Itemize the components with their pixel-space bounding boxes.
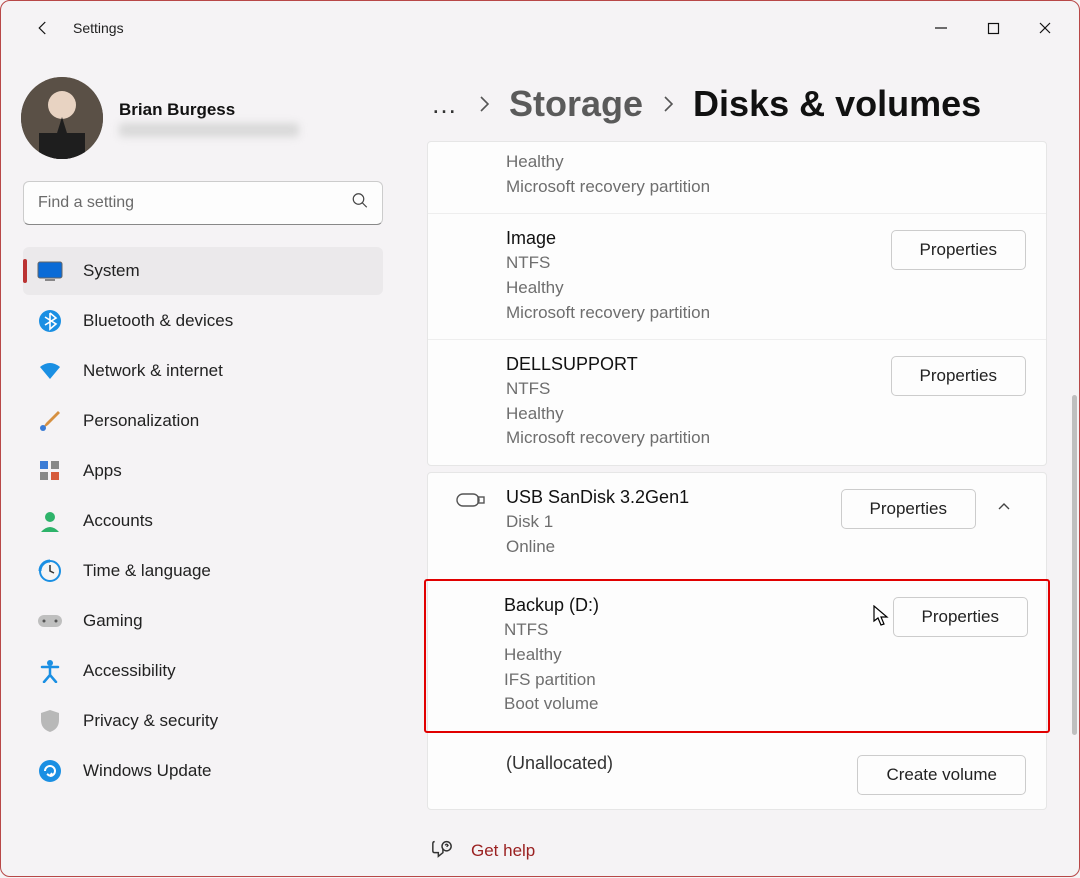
search-icon (351, 192, 369, 215)
disk-state: Online (506, 535, 841, 560)
sidebar-item-label: Privacy & security (83, 711, 218, 731)
scrollbar[interactable] (1072, 395, 1077, 735)
volume-name: DELLSUPPORT (506, 354, 891, 375)
sidebar-item-update[interactable]: Windows Update (23, 747, 383, 795)
sidebar-item-personalization[interactable]: Personalization (23, 397, 383, 445)
user-name: Brian Burgess (119, 100, 299, 120)
collapse-button[interactable] (982, 485, 1026, 529)
system-icon (37, 258, 63, 284)
sidebar-item-label: Time & language (83, 561, 211, 581)
sidebar-item-gaming[interactable]: Gaming (23, 597, 383, 645)
sidebar-item-apps[interactable]: Apps (23, 447, 383, 495)
sidebar-item-system[interactable]: System (23, 247, 383, 295)
bluetooth-icon (37, 308, 63, 334)
volume-fs: NTFS (506, 251, 891, 276)
disk-row[interactable]: USB SanDisk 3.2Gen1 Disk 1 Online Proper… (428, 473, 1046, 573)
clock-icon (37, 558, 63, 584)
unallocated-label: (Unallocated) (506, 753, 857, 774)
person-icon (37, 508, 63, 534)
sidebar-item-label: Windows Update (83, 761, 212, 781)
volume-row-dellsupport: DELLSUPPORT NTFS Healthy Microsoft recov… (428, 339, 1046, 465)
sidebar-item-label: Accessibility (83, 661, 176, 681)
sidebar-item-time[interactable]: Time & language (23, 547, 383, 595)
accessibility-icon (37, 658, 63, 684)
properties-button[interactable]: Properties (893, 597, 1028, 637)
usb-drive-icon (448, 487, 494, 507)
properties-button[interactable]: Properties (891, 356, 1026, 396)
volume-row-unallocated: (Unallocated) Create volume (428, 739, 1046, 809)
sidebar-item-accounts[interactable]: Accounts (23, 497, 383, 545)
user-sub (119, 123, 299, 137)
sidebar-item-label: Personalization (83, 411, 199, 431)
chevron-right-icon (477, 94, 491, 114)
breadcrumb-current: Disks & volumes (693, 83, 981, 125)
breadcrumb-more[interactable]: … (431, 89, 459, 120)
apps-icon (37, 458, 63, 484)
sidebar-item-label: Network & internet (83, 361, 223, 381)
window-title: Settings (73, 20, 124, 36)
volume-type: Microsoft recovery partition (506, 175, 1026, 200)
volume-name: Image (506, 228, 891, 249)
disk-name: USB SanDisk 3.2Gen1 (506, 487, 841, 508)
volume-fs: NTFS (506, 377, 891, 402)
properties-button[interactable]: Properties (841, 489, 976, 529)
avatar[interactable] (21, 77, 103, 159)
volume-row-backup: Backup (D:) NTFS Healthy IFS partition B… (426, 581, 1048, 731)
volume-name: Backup (D:) (504, 595, 893, 616)
volume-row: Healthy Microsoft recovery partition (428, 142, 1046, 213)
sidebar-item-network[interactable]: Network & internet (23, 347, 383, 395)
sidebar-item-label: Apps (83, 461, 122, 481)
search-input[interactable] (23, 181, 383, 225)
update-icon (37, 758, 63, 784)
sidebar-item-privacy[interactable]: Privacy & security (23, 697, 383, 745)
sidebar-item-label: Bluetooth & devices (83, 311, 233, 331)
volume-status: Healthy (504, 643, 893, 668)
back-button[interactable] (23, 8, 63, 48)
volume-status: Healthy (506, 402, 891, 427)
volume-row-image: Image NTFS Healthy Microsoft recovery pa… (428, 213, 1046, 339)
sidebar-item-bluetooth[interactable]: Bluetooth & devices (23, 297, 383, 345)
breadcrumb-storage[interactable]: Storage (509, 83, 643, 125)
shield-icon (37, 708, 63, 734)
create-volume-button[interactable]: Create volume (857, 755, 1026, 795)
properties-button[interactable]: Properties (891, 230, 1026, 270)
sidebar-item-label: System (83, 261, 140, 281)
disk-slot: Disk 1 (506, 510, 841, 535)
volume-status: Healthy (506, 276, 891, 301)
breadcrumb: … Storage Disks & volumes (431, 83, 1047, 125)
volume-fs: NTFS (504, 618, 893, 643)
sidebar-item-label: Accounts (83, 511, 153, 531)
volume-extra: Boot volume (504, 692, 893, 717)
chevron-right-icon (661, 94, 675, 114)
maximize-button[interactable] (967, 8, 1019, 48)
gamepad-icon (37, 608, 63, 634)
close-button[interactable] (1019, 8, 1071, 48)
volume-type: Microsoft recovery partition (506, 426, 891, 451)
volume-type: IFS partition (504, 668, 893, 693)
sidebar-item-accessibility[interactable]: Accessibility (23, 647, 383, 695)
sidebar-item-label: Gaming (83, 611, 143, 631)
volume-status: Healthy (506, 150, 1026, 175)
help-icon (431, 838, 453, 865)
wifi-icon (37, 358, 63, 384)
get-help-link[interactable]: Get help (471, 841, 535, 861)
brush-icon (37, 408, 63, 434)
minimize-button[interactable] (915, 8, 967, 48)
volume-type: Microsoft recovery partition (506, 301, 891, 326)
